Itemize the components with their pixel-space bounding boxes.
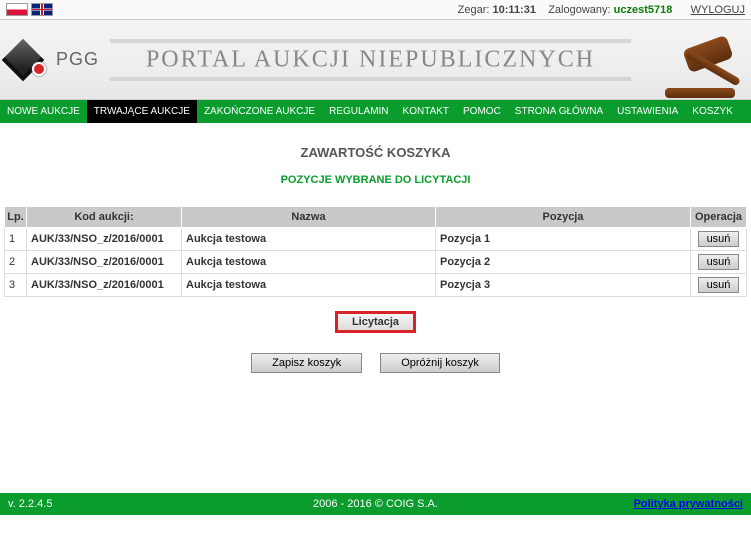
cell-kod: AUK/33/NSO_z/2016/0001 bbox=[27, 228, 182, 251]
nav-item-2[interactable]: ZAKOŃCZONE AUKCJE bbox=[197, 100, 322, 123]
logout-link[interactable]: WYLOGUJ bbox=[691, 4, 745, 16]
cell-pozycja: Pozycja 2 bbox=[436, 251, 691, 274]
remove-button[interactable]: usuń bbox=[698, 231, 740, 247]
logo-circle-icon bbox=[32, 62, 46, 76]
cell-operacja: usuń bbox=[691, 274, 747, 297]
clear-basket-button[interactable]: Opróżnij koszyk bbox=[380, 353, 500, 373]
clock-label: Zegar: bbox=[458, 4, 490, 16]
table-row: 2AUK/33/NSO_z/2016/0001Aukcja testowaPoz… bbox=[5, 251, 747, 274]
logged-label: Zalogowany: bbox=[548, 4, 610, 16]
nav-item-6[interactable]: STRONA GŁÓWNA bbox=[508, 100, 610, 123]
save-basket-button[interactable]: Zapisz koszyk bbox=[251, 353, 362, 373]
nav-item-4[interactable]: KONTAKT bbox=[396, 100, 456, 123]
content: ZAWARTOŚĆ KOSZYKA POZYCJE WYBRANE DO LIC… bbox=[0, 123, 751, 493]
table-row: 3AUK/33/NSO_z/2016/0001Aukcja testowaPoz… bbox=[5, 274, 747, 297]
basket-table: Lp. Kod aukcji: Nazwa Pozycja Operacja 1… bbox=[4, 206, 747, 297]
col-lp: Lp. bbox=[5, 207, 27, 228]
content-subheading: POZYCJE WYBRANE DO LICYTACJI bbox=[4, 174, 747, 186]
banner: PGG PORTAL AUKCJI NIEPUBLICZNYCH bbox=[0, 20, 751, 100]
cell-nazwa: Aukcja testowa bbox=[182, 274, 436, 297]
col-nazwa: Nazwa bbox=[182, 207, 436, 228]
cell-operacja: usuń bbox=[691, 251, 747, 274]
content-heading: ZAWARTOŚĆ KOSZYKA bbox=[4, 145, 747, 160]
logo: PGG bbox=[0, 44, 99, 76]
language-flags bbox=[6, 3, 53, 16]
topbar: Zegar: 10:11:31 Zalogowany: uczest5718 W… bbox=[0, 0, 751, 20]
cell-lp: 3 bbox=[5, 274, 27, 297]
col-operacja: Operacja bbox=[691, 207, 747, 228]
topbar-right: Zegar: 10:11:31 Zalogowany: uczest5718 W… bbox=[458, 4, 745, 16]
page-title: PORTAL AUKCJI NIEPUBLICZNYCH bbox=[110, 39, 631, 80]
cell-lp: 2 bbox=[5, 251, 27, 274]
bid-button[interactable]: Licytacja bbox=[335, 311, 416, 333]
col-kod: Kod aukcji: bbox=[27, 207, 182, 228]
nav-item-3[interactable]: REGULAMIN bbox=[322, 100, 395, 123]
table-row: 1AUK/33/NSO_z/2016/0001Aukcja testowaPoz… bbox=[5, 228, 747, 251]
footer: v. 2.2.4.5 2006 - 2016 © COIG S.A. Polit… bbox=[0, 493, 751, 515]
cell-operacja: usuń bbox=[691, 228, 747, 251]
col-pozycja: Pozycja bbox=[436, 207, 691, 228]
flag-pl-icon[interactable] bbox=[6, 3, 28, 16]
nav-item-0[interactable]: NOWE AUKCJE bbox=[0, 100, 87, 123]
main-nav: NOWE AUKCJETRWAJĄCE AUKCJEZAKOŃCZONE AUK… bbox=[0, 100, 751, 123]
gavel-icon bbox=[645, 28, 745, 98]
nav-item-8[interactable]: KOSZYK bbox=[685, 100, 740, 123]
remove-button[interactable]: usuń bbox=[698, 277, 740, 293]
user-name: uczest5718 bbox=[614, 4, 673, 16]
nav-item-7[interactable]: USTAWIENIA bbox=[610, 100, 685, 123]
remove-button[interactable]: usuń bbox=[698, 254, 740, 270]
nav-item-1[interactable]: TRWAJĄCE AUKCJE bbox=[87, 100, 197, 123]
privacy-link[interactable]: Polityka prywatności bbox=[634, 498, 743, 510]
cell-nazwa: Aukcja testowa bbox=[182, 228, 436, 251]
cell-pozycja: Pozycja 1 bbox=[436, 228, 691, 251]
cell-kod: AUK/33/NSO_z/2016/0001 bbox=[27, 251, 182, 274]
version-label: v. 2.2.4.5 bbox=[8, 498, 52, 510]
flag-uk-icon[interactable] bbox=[31, 3, 53, 16]
nav-item-5[interactable]: POMOC bbox=[456, 100, 508, 123]
copyright-label: 2006 - 2016 © COIG S.A. bbox=[313, 498, 438, 510]
logo-text: PGG bbox=[56, 49, 99, 70]
clock-value: 10:11:31 bbox=[493, 4, 536, 16]
cell-nazwa: Aukcja testowa bbox=[182, 251, 436, 274]
cell-kod: AUK/33/NSO_z/2016/0001 bbox=[27, 274, 182, 297]
cell-lp: 1 bbox=[5, 228, 27, 251]
cell-pozycja: Pozycja 3 bbox=[436, 274, 691, 297]
